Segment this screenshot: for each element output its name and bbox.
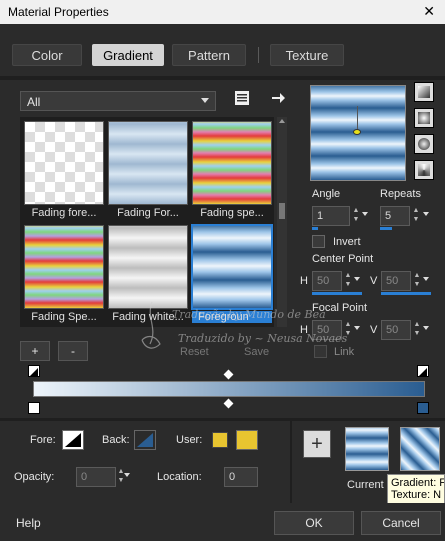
tab-texture[interactable]: Texture [270,44,344,66]
opacity-stop-right[interactable] [417,365,429,377]
opacity-label: Opacity: [14,471,55,483]
angle-input[interactable]: 1 [312,206,350,226]
gradient-thumb-3[interactable] [192,121,272,205]
arrow-right-icon[interactable] [270,90,286,106]
focal-v-spinner[interactable]: ▲ ▼ [412,320,422,340]
repeats-slider[interactable] [380,227,392,230]
scroll-thumb[interactable] [279,203,285,219]
watermark-line-2: Traduzido by ~ Neusa Novaes [178,332,348,345]
add-swatch-button[interactable]: + [303,430,331,458]
fore-label: Fore: [30,434,56,446]
add-stop-button[interactable]: + [20,341,50,361]
user-color-swatch-small[interactable] [212,432,228,448]
gradient-label: Fading spe... [200,207,264,219]
swatch-tooltip: Gradient: F Texture: N [387,474,445,506]
title-bar: Material Properties ✕ [0,0,445,24]
divider [0,76,445,80]
angle-label: Angle [312,188,341,200]
repeats-label: Repeats [380,188,421,200]
gradient-label: Fading For... [117,207,179,219]
tab-gradient[interactable]: Gradient [92,44,164,66]
list-view-icon[interactable] [234,90,250,106]
color-stop-left[interactable] [28,402,40,414]
watermark-line-1: Tradução by Mundo de Bea [172,308,326,321]
chevron-down-icon[interactable] [354,277,360,281]
footer: Help OK Cancel [0,503,445,541]
location-label: Location: [157,471,202,483]
tab-divider [258,47,259,63]
center-v-input[interactable]: 50 [381,271,411,291]
help-button[interactable]: Help [16,516,41,530]
angle-slider[interactable] [312,227,318,230]
angle-spinner[interactable]: ▲ ▼ [351,206,361,226]
rectangular-style-icon[interactable] [414,108,434,128]
chevron-down-icon[interactable] [362,212,368,216]
current-swatch[interactable] [345,427,389,471]
opacity-stop-left[interactable] [28,365,40,377]
location-input[interactable]: 0 [224,467,258,487]
category-value: All [27,95,41,109]
window-title: Material Properties [8,5,109,19]
tab-pattern[interactable]: Pattern [172,44,246,66]
divider [0,418,445,421]
current-label: Current [347,479,384,491]
chevron-down-icon [201,98,209,103]
ok-button[interactable]: OK [274,511,354,535]
center-h-input[interactable]: 50 [312,271,342,291]
divider [290,421,292,503]
sunburst-style-icon[interactable] [414,134,434,154]
invert-label: Invert [333,236,361,248]
foreground-swatch[interactable] [62,430,84,450]
tab-color[interactable]: Color [12,44,82,66]
user-color-swatch[interactable] [236,430,258,450]
category-dropdown[interactable]: All [20,91,216,111]
gradient-thumb-5[interactable] [108,225,188,309]
color-midpoint[interactable] [223,398,234,409]
invert-checkbox[interactable] [312,235,325,248]
user-label: User: [176,434,203,446]
center-v-label: V [370,275,378,287]
center-h-spinner[interactable]: ▲ ▼ [343,271,353,291]
chevron-down-icon[interactable] [423,326,429,330]
back-label: Back: [102,434,130,446]
center-v-slider[interactable] [381,292,431,295]
chevron-down-icon[interactable] [423,277,429,281]
opacity-input[interactable]: 0 [76,467,116,487]
close-icon[interactable]: ✕ [423,3,435,20]
linear-style-icon[interactable] [414,82,434,102]
tooltip-texture-line: Texture: N [391,489,442,501]
cancel-button[interactable]: Cancel [361,511,441,535]
color-stop-right[interactable] [417,402,429,414]
gradient-editor-bar[interactable] [33,381,425,397]
gradient-label: Fading fore... [31,207,97,219]
focal-v-input[interactable]: 50 [381,320,411,340]
recent-swatch[interactable] [400,427,440,471]
center-h-label: H [300,275,308,287]
center-point-handle[interactable] [353,129,361,135]
remove-stop-button[interactable]: - [58,341,88,361]
center-v-spinner[interactable]: ▲ ▼ [412,271,422,291]
repeats-input[interactable]: 5 [380,206,410,226]
tooltip-gradient-line: Gradient: F [391,477,445,489]
center-h-slider[interactable] [312,292,362,295]
background-swatch[interactable] [134,430,156,450]
gradient-thumb-2[interactable] [108,121,188,205]
opacity-spinner[interactable]: ▲ ▼ [116,467,126,487]
scroll-up-icon[interactable] [279,119,285,123]
watermark: Tradução by Mundo de Bea Traduzido by ~ … [132,300,362,360]
gradient-thumb-1[interactable] [24,121,104,205]
chevron-down-icon[interactable] [423,212,429,216]
chevron-down-icon[interactable] [124,473,130,477]
opacity-midpoint[interactable] [223,369,234,380]
gradient-thumb-4[interactable] [24,225,104,309]
gradient-preview[interactable] [310,85,406,181]
repeats-spinner[interactable]: ▲ ▼ [411,206,421,226]
gradient-thumb-6-selected[interactable] [191,224,273,310]
gradient-list-scrollbar[interactable] [277,117,287,327]
focal-v-label: V [370,324,378,336]
radial-style-icon[interactable] [414,160,434,180]
gradient-label: Fading Spe... [31,311,97,323]
center-point-label: Center Point [312,253,374,265]
